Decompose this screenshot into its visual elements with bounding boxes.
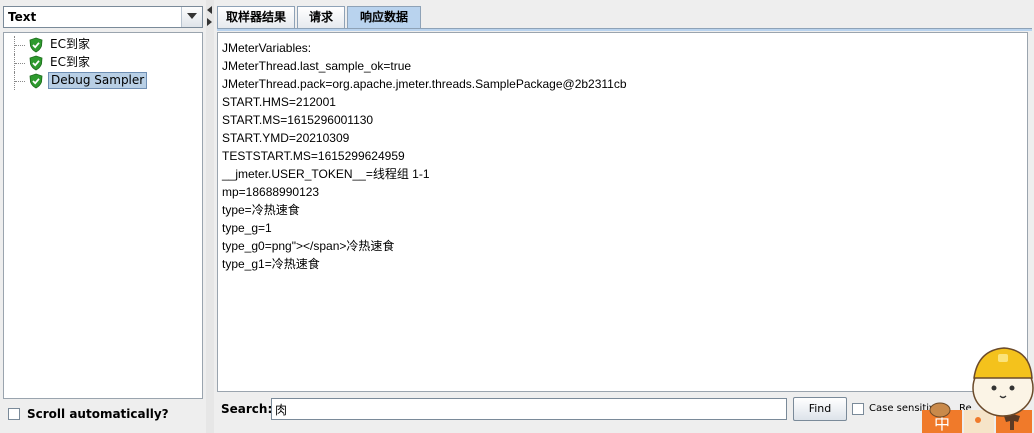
split-pane-divider[interactable] <box>206 0 214 433</box>
response-line: JMeterThread.last_sample_ok=true <box>222 59 412 73</box>
checkbox-box[interactable] <box>8 408 20 420</box>
search-bar: Search: 肉 Find Case sensitive Re <box>214 395 1034 425</box>
mascot-sticker-icon: 中 <box>922 347 1034 433</box>
tree-item-label: EC到家 <box>50 55 90 69</box>
response-line: START.MS=1615296001130 <box>222 113 374 127</box>
response-line: type_g0=png"></span>冷热速食 <box>222 239 395 253</box>
tab-response-data[interactable]: 响应数据 <box>347 6 421 29</box>
response-line: type_g1=冷热速食 <box>222 257 320 271</box>
tree-item-label: Debug Sampler <box>48 72 148 89</box>
tab-sampler-result[interactable]: 取样器结果 <box>217 6 295 28</box>
search-label: Search: <box>221 402 273 416</box>
tree-connector <box>14 36 26 54</box>
scroll-automatically-label: Scroll automatically? <box>27 407 169 421</box>
tree-item-label: EC到家 <box>50 37 90 51</box>
case-sensitive-checkbox[interactable] <box>852 403 864 415</box>
chevron-down-icon[interactable] <box>181 7 202 27</box>
renderer-select[interactable]: Text <box>3 6 203 28</box>
response-line: START.HMS=212001 <box>222 95 336 109</box>
response-line: type_g=1 <box>222 221 272 235</box>
response-line: JMeterVariables: <box>222 41 312 55</box>
response-text-area[interactable]: JMeterVariables: JMeterThread.last_sample… <box>217 32 1028 392</box>
success-shield-icon <box>29 73 43 89</box>
left-panel: Text EC到家 EC到家 Debug Sampler Scroll auto… <box>0 0 206 433</box>
result-tree[interactable]: EC到家 EC到家 Debug Sampler <box>3 32 203 399</box>
response-line: type=冷热速食 <box>222 203 300 217</box>
response-line: mp=18688990123 <box>222 185 320 199</box>
response-line: START.YMD=20210309 <box>222 131 350 145</box>
response-line: __jmeter.USER_TOKEN__=线程组 1-1 <box>222 167 430 181</box>
right-panel: 取样器结果 请求 响应数据 JMeterVariables: JMeterThre… <box>214 0 1034 433</box>
renderer-select-value: Text <box>8 10 37 24</box>
response-line: TESTSTART.MS=1615299624959 <box>222 149 405 163</box>
tree-connector <box>14 72 26 90</box>
success-shield-icon <box>29 37 43 53</box>
response-line: JMeterThread.pack=org.apache.jmeter.thre… <box>222 77 627 91</box>
tab-underline <box>217 28 1032 31</box>
response-lines: JMeterVariables: JMeterThread.last_sample… <box>222 39 627 273</box>
find-button[interactable]: Find <box>793 397 847 421</box>
success-shield-icon <box>29 55 43 71</box>
tab-request[interactable]: 请求 <box>297 6 345 28</box>
collapse-right-icon[interactable] <box>207 18 213 26</box>
collapse-left-icon[interactable] <box>207 6 213 14</box>
search-input[interactable]: 肉 <box>271 398 787 420</box>
tree-connector <box>14 54 26 72</box>
